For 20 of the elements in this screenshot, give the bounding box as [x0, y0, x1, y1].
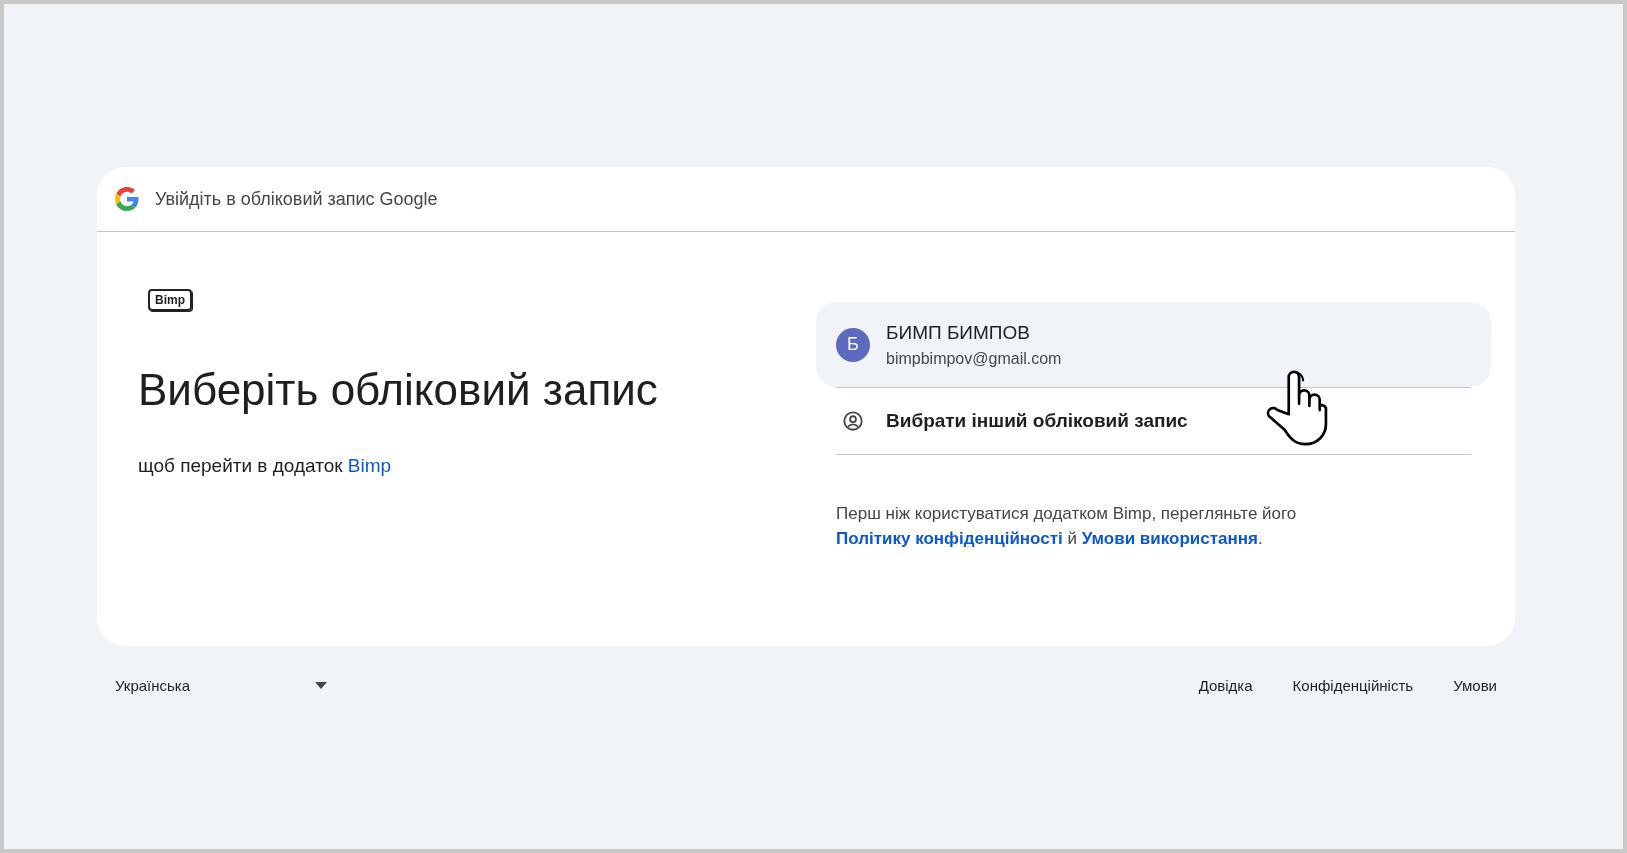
app-link[interactable]: Bimp: [347, 455, 392, 476]
terms-link[interactable]: Умови використання: [1081, 529, 1258, 548]
account-email: bimpbimpov@gmail.com: [886, 349, 1062, 368]
g-logo-icon: [115, 187, 139, 211]
footer-link[interactable]: Конфіденційність: [1292, 677, 1414, 694]
app-logo: Bimp: [148, 289, 192, 311]
footer-link[interactable]: Умови: [1453, 677, 1497, 694]
footer-link[interactable]: Довідка: [1198, 677, 1253, 694]
person-circle-icon: [842, 410, 864, 432]
privacy-policy-link[interactable]: Політику конфіденційності: [836, 529, 1063, 548]
page-heading: Виберіть обліковий запис: [138, 365, 659, 415]
caret-icon: [315, 682, 327, 689]
language-dropdown[interactable]: Українська: [115, 673, 327, 698]
terms-notice: Перш ніж користуватися додатком Bimp, перегляньте його Політику конфіденційності й Умови використання.: [836, 503, 1298, 550]
subtitle: щоб перейти в додаток Bimp: [138, 455, 393, 477]
header-title: Увійдіть в обліковий запис Google: [155, 188, 438, 210]
account-item[interactable]: Б БИМП БИМПОВ bimpbimpov@gmail.com: [816, 302, 1491, 387]
avatar: Б: [836, 327, 870, 362]
account-name: БИМП БИМПОВ: [886, 321, 1031, 344]
hand-cursor-icon: [1266, 368, 1328, 448]
